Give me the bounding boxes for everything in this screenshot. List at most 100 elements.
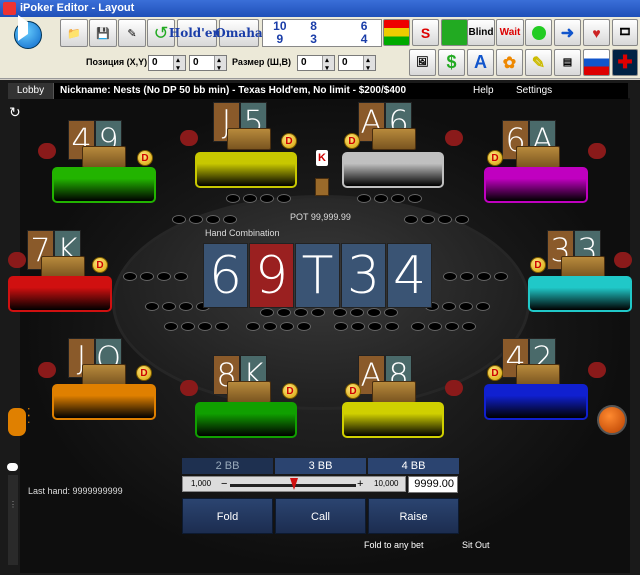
help-link[interactable]: Help [473, 83, 494, 99]
sit-out[interactable]: Sit Out [462, 540, 490, 550]
pos-x-input[interactable]: 0 [148, 55, 186, 71]
font-button[interactable]: A [467, 49, 494, 76]
chip-stack [561, 256, 605, 278]
dealer-button-icon: D [282, 383, 298, 399]
flower-button[interactable]: ✿ [496, 49, 523, 76]
chip-holes [226, 194, 291, 203]
call-button[interactable]: Call [275, 498, 366, 534]
chair-button[interactable]: ♥ [583, 19, 610, 46]
nameplate[interactable] [484, 384, 588, 420]
chip-stack [516, 364, 560, 386]
dealer-button-icon: D [487, 150, 503, 166]
refresh-icon[interactable]: ↻ [9, 104, 21, 121]
nameplate[interactable] [484, 167, 588, 203]
chip-stack [372, 128, 416, 150]
card-button[interactable]: ▤ [554, 49, 581, 76]
dealer-button-icon: D [344, 133, 360, 149]
seat-tab [180, 380, 198, 396]
brush-button[interactable]: ✎ [525, 49, 552, 76]
slider-plus-button[interactable]: + [357, 478, 363, 490]
nameplate[interactable] [528, 276, 632, 312]
dealer-chip-marker: K [316, 150, 328, 166]
edit-button[interactable]: ✎ [118, 19, 146, 47]
chip-holes [172, 215, 237, 224]
chip-holes [411, 322, 476, 331]
slider-min: 1,000 [191, 479, 212, 488]
chip-stack [372, 381, 416, 403]
nameplate[interactable] [195, 152, 297, 188]
seat-count-3[interactable]: 3 [297, 33, 331, 46]
nameplate[interactable] [195, 402, 297, 438]
film-button[interactable]: 🎞 [612, 19, 638, 46]
chip-holes [260, 308, 325, 317]
board-card-3: T [295, 243, 340, 308]
open-folder-button[interactable]: 📁 [60, 19, 88, 47]
nameplate[interactable] [52, 167, 156, 203]
nameplate[interactable] [8, 276, 112, 312]
seat-tab [588, 362, 606, 378]
chip-stack [82, 146, 126, 168]
bb-2-button[interactable]: 2 BB [182, 458, 273, 474]
green-circle-button[interactable] [525, 19, 552, 46]
window-title: iPoker Editor - Layout [20, 2, 135, 14]
sitout-button[interactable]: S [412, 19, 439, 46]
app-icon [3, 2, 16, 15]
pot-label: POT 99,999.99 [290, 212, 351, 222]
orange-action-button[interactable] [597, 405, 627, 435]
lobby-tab[interactable]: Lobby [8, 83, 54, 99]
english-flag-icon[interactable]: ✚ [612, 49, 638, 76]
bb-4-button[interactable]: 4 BB [368, 458, 459, 474]
nameplate[interactable] [342, 402, 444, 438]
seat-tab [38, 362, 56, 378]
slider-minus-button[interactable]: − [221, 478, 227, 490]
holdem-button[interactable]: Hold'em [169, 19, 225, 47]
grid-button[interactable] [441, 19, 468, 46]
bb-3-button[interactable]: 3 BB [275, 458, 366, 474]
russian-flag-icon[interactable] [583, 49, 610, 76]
title-bar: iPoker Editor - Layout [0, 0, 640, 17]
dollar-button[interactable]: $ [438, 49, 465, 76]
blind-button[interactable]: Blind [467, 19, 495, 46]
chip-holes [443, 272, 508, 281]
size-h-input[interactable]: 0 [338, 55, 376, 71]
add-image-button[interactable]: 🖼 [409, 49, 436, 76]
chip-holes [123, 272, 188, 281]
play-button[interactable] [14, 21, 42, 49]
fold-to-any-bet[interactable]: Fold to any bet [364, 540, 424, 550]
nameplate[interactable] [52, 384, 156, 420]
bet-amount-input[interactable]: 9999.00 [408, 476, 458, 493]
seat-count-grid[interactable]: 10 8 6 9 3 4 [262, 19, 382, 47]
save-button[interactable]: 💾 [89, 19, 117, 47]
settings-link[interactable]: Settings [516, 83, 552, 99]
bet-slider[interactable]: 1,000 − + 10,000 [182, 476, 406, 492]
seat-count-4[interactable]: 4 [347, 33, 381, 46]
arrow-button[interactable]: ➜ [554, 19, 581, 46]
fold-button[interactable]: Fold [182, 498, 273, 534]
dealer-button-icon: D [530, 257, 546, 273]
chip-holes [164, 322, 229, 331]
chip-stack [227, 128, 271, 150]
board-card-2: 9 [249, 243, 294, 308]
options-icon[interactable]: ⁚ ⁚ [27, 408, 31, 426]
nameplate[interactable] [342, 152, 444, 188]
dealer-button-icon: D [137, 150, 153, 166]
traffic-light-button[interactable] [383, 19, 410, 46]
chip-holes [334, 322, 399, 331]
omaha-button[interactable]: Omaha [215, 19, 263, 47]
chat-toggle-icon[interactable] [8, 408, 26, 436]
seat-count-9[interactable]: 9 [263, 33, 297, 46]
dealer-button-icon: D [136, 365, 152, 381]
dealer-button-icon: D [281, 133, 297, 149]
side-panel[interactable]: ⋮ [8, 475, 18, 565]
chat-bubble-icon[interactable] [7, 463, 18, 471]
pos-y-input[interactable]: 0 [189, 55, 227, 71]
seat-tab [614, 252, 632, 268]
hand-combination-label: Hand Combination [205, 228, 280, 238]
seat-tab [588, 143, 606, 159]
chip-holes [145, 302, 210, 311]
chip-stack [227, 381, 271, 403]
wait-button[interactable]: Wait [496, 19, 524, 46]
board-card-4: 3 [341, 243, 386, 308]
size-w-input[interactable]: 0 [297, 55, 335, 71]
raise-button[interactable]: Raise [368, 498, 459, 534]
